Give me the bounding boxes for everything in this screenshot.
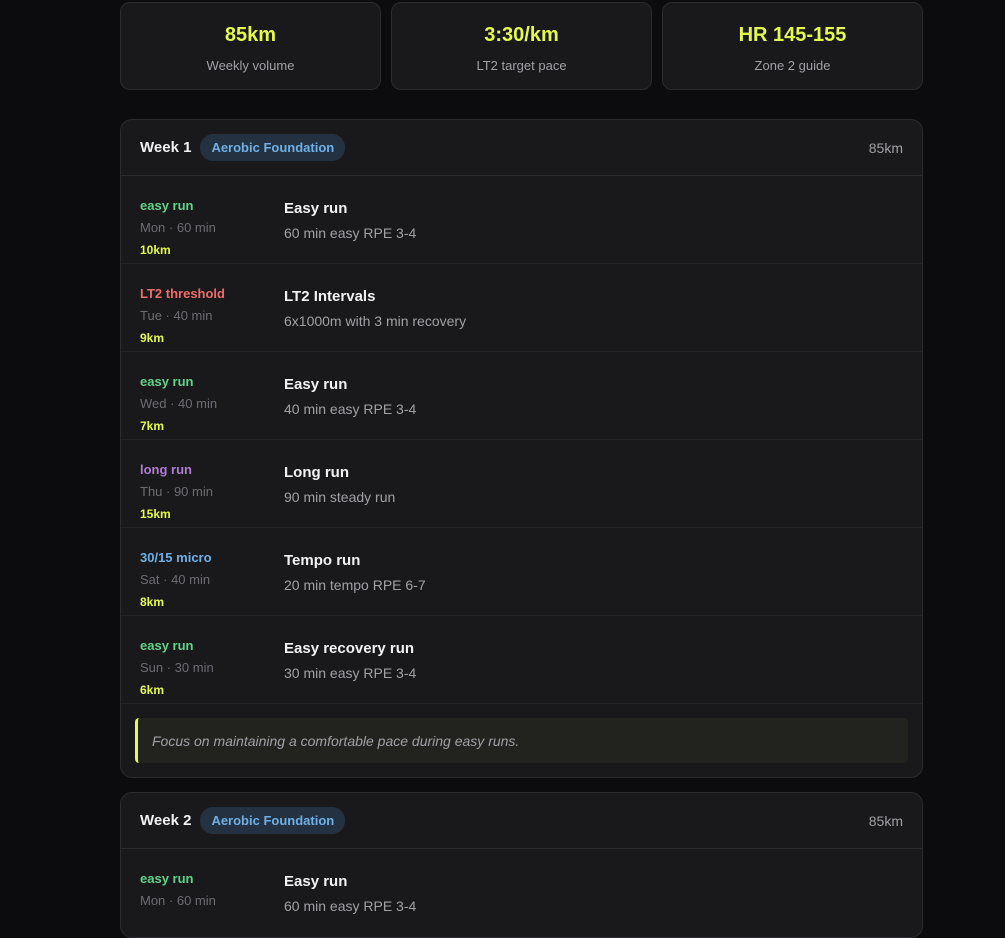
week-title: Week 1 (140, 139, 192, 156)
session-row[interactable]: easy run Mon · 60 min Easy run 60 min ea… (121, 849, 922, 937)
session-meta: Tue · 40 min (140, 308, 213, 323)
session-description: 60 min easy RPE 3-4 (284, 898, 417, 914)
session-type: 30/15 micro (140, 550, 212, 565)
session-row[interactable]: 30/15 micro Sat · 40 min 8km Tempo run 2… (121, 528, 922, 616)
session-description: 60 min easy RPE 3-4 (284, 225, 417, 241)
session-row[interactable]: easy run Sun · 30 min 6km Easy recovery … (121, 616, 922, 704)
week-card-2: Week 2 Aerobic Foundation 85km easy run … (120, 792, 923, 938)
plan-container: 85km Weekly volume 3:30/km LT2 target pa… (120, 2, 923, 938)
phase-badge: Aerobic Foundation (200, 807, 346, 834)
week-header[interactable]: Week 2 Aerobic Foundation 85km (121, 793, 922, 849)
session-row[interactable]: long run Thu · 90 min 15km Long run 90 m… (121, 440, 922, 528)
session-description: 30 min easy RPE 3-4 (284, 665, 417, 681)
week-card-1: Week 1 Aerobic Foundation 85km easy run … (120, 119, 923, 778)
session-distance: 7km (140, 419, 165, 433)
stat-label: LT2 target pace (476, 57, 567, 73)
week-header[interactable]: Week 1 Aerobic Foundation 85km (121, 120, 922, 176)
session-type: easy run (140, 198, 194, 213)
session-meta: Sun · 30 min (140, 660, 214, 675)
session-title: Easy recovery run (284, 640, 415, 657)
session-distance: 8km (140, 595, 165, 609)
session-row[interactable]: easy run Mon · 60 min 10km Easy run 60 m… (121, 176, 922, 264)
session-type: long run (140, 462, 192, 477)
stat-value: HR 145-155 (738, 23, 847, 46)
session-description: 40 min easy RPE 3-4 (284, 401, 417, 417)
stat-card-weekly-volume: 85km Weekly volume (120, 2, 381, 90)
session-row[interactable]: easy run Wed · 40 min 7km Easy run 40 mi… (121, 352, 922, 440)
week-volume: 85km (868, 812, 903, 829)
session-distance: 6km (140, 683, 165, 697)
session-title: LT2 Intervals (284, 288, 376, 305)
stat-label: Zone 2 guide (754, 57, 831, 73)
week-volume: 85km (868, 139, 903, 156)
week-title: Week 2 (140, 812, 192, 829)
session-meta: Thu · 90 min (140, 484, 213, 499)
session-title: Long run (284, 464, 349, 481)
stat-value: 3:30/km (484, 23, 559, 46)
stat-label: Weekly volume (206, 57, 295, 73)
stats-row: 85km Weekly volume 3:30/km LT2 target pa… (120, 2, 923, 90)
phase-badge: Aerobic Foundation (200, 134, 346, 161)
session-title: Tempo run (284, 552, 361, 569)
stat-card-zone2: HR 145-155 Zone 2 guide (662, 2, 923, 90)
session-description: 90 min steady run (284, 489, 396, 505)
session-meta: Mon · 60 min (140, 220, 216, 235)
session-distance: 9km (140, 331, 165, 345)
session-meta: Mon · 60 min (140, 893, 216, 908)
stat-card-lt2-pace: 3:30/km LT2 target pace (391, 2, 652, 90)
session-row[interactable]: LT2 threshold Tue · 40 min 9km LT2 Inter… (121, 264, 922, 352)
session-type: easy run (140, 374, 194, 389)
session-distance: 15km (140, 507, 171, 521)
session-meta: Sat · 40 min (140, 572, 211, 587)
stat-value: 85km (224, 23, 277, 46)
week-note: Focus on maintaining a comfortable pace … (135, 718, 908, 763)
session-meta: Wed · 40 min (140, 396, 218, 411)
session-type: easy run (140, 638, 194, 653)
session-description: 6x1000m with 3 min recovery (284, 313, 467, 329)
session-title: Easy run (284, 376, 348, 393)
session-type: LT2 threshold (140, 286, 225, 301)
session-title: Easy run (284, 200, 348, 217)
session-description: 20 min tempo RPE 6-7 (284, 577, 426, 593)
session-type: easy run (140, 871, 194, 886)
session-distance: 10km (140, 243, 171, 257)
session-title: Easy run (284, 873, 348, 890)
